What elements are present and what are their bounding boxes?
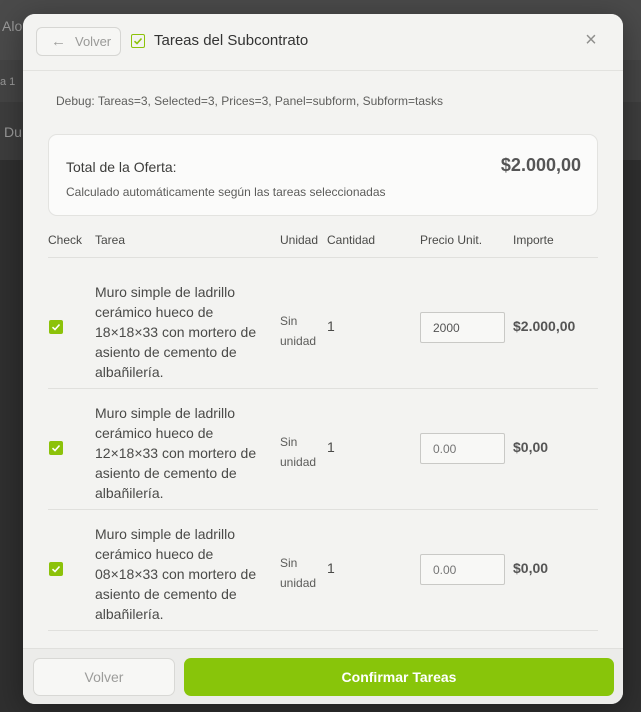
task-rows: Muro simple de ladrillo cerámico hueco d… xyxy=(48,268,598,631)
header-back-button[interactable]: ← Volver xyxy=(36,27,121,56)
task-amount: $2.000,00 xyxy=(513,318,576,334)
debug-text: Debug: Tareas=3, Selected=3, Prices=3, P… xyxy=(56,94,443,108)
footer-back-button[interactable]: Volver xyxy=(33,658,175,696)
task-description: Muro simple de ladrillo cerámico hueco d… xyxy=(95,526,257,622)
header-check: Check xyxy=(48,233,83,247)
unit-price-input[interactable] xyxy=(420,312,505,343)
header-unit-price: Precio Unit. xyxy=(420,233,483,247)
row-checkbox[interactable] xyxy=(49,441,63,455)
offer-total-amount: $2.000,00 xyxy=(500,155,581,175)
modal-header: ← Volver Tareas del Subcontrato × xyxy=(23,14,623,71)
modal-title-wrap: Tareas del Subcontrato xyxy=(131,32,308,49)
table-header: Check Tarea Unidad Cantidad Precio Unit.… xyxy=(48,233,598,258)
close-icon[interactable]: × xyxy=(581,30,601,50)
tasks-modal: ← Volver Tareas del Subcontrato × Debug:… xyxy=(23,14,623,704)
task-description: Muro simple de ladrillo cerámico hueco d… xyxy=(95,284,257,380)
checkbox-icon xyxy=(131,33,145,48)
table-row: Muro simple de ladrillo cerámico hueco d… xyxy=(48,389,598,510)
task-amount: $0,00 xyxy=(513,560,549,576)
task-quantity: 1 xyxy=(327,439,335,455)
task-quantity: 1 xyxy=(327,318,335,334)
table-row: Muro simple de ladrillo cerámico hueco d… xyxy=(48,268,598,389)
header-unit: Unidad xyxy=(280,233,319,247)
background-text-c: Du xyxy=(4,124,22,140)
confirm-tasks-button[interactable]: Confirmar Tareas xyxy=(184,658,614,696)
row-checkbox[interactable] xyxy=(49,562,63,576)
background-text-a: Alo xyxy=(2,18,23,34)
unit-price-input[interactable] xyxy=(420,554,505,585)
task-unit: Sin unidad xyxy=(280,314,317,348)
header-task: Tarea xyxy=(95,233,126,247)
background-text-b: a 1 xyxy=(0,76,16,88)
offer-total-label: Total de la Oferta: xyxy=(66,159,177,175)
task-description: Muro simple de ladrillo cerámico hueco d… xyxy=(95,405,257,501)
header-quantity: Cantidad xyxy=(327,233,376,247)
unit-price-input[interactable] xyxy=(420,433,505,464)
arrow-left-icon: ← xyxy=(51,33,66,50)
task-unit: Sin unidad xyxy=(280,435,317,469)
header-back-label: Volver xyxy=(75,34,112,49)
header-amount: Importe xyxy=(513,233,554,247)
row-checkbox[interactable] xyxy=(49,320,63,334)
task-amount: $0,00 xyxy=(513,439,549,455)
table-row: Muro simple de ladrillo cerámico hueco d… xyxy=(48,510,598,631)
modal-title: Tareas del Subcontrato xyxy=(154,32,309,49)
task-unit: Sin unidad xyxy=(280,556,317,590)
modal-footer: Volver Confirmar Tareas xyxy=(23,648,623,704)
offer-total-card: Total de la Oferta: $2.000,00 Calculado … xyxy=(48,134,598,216)
offer-total-subtitle: Calculado automáticamente según las tare… xyxy=(66,185,386,199)
task-quantity: 1 xyxy=(327,560,335,576)
